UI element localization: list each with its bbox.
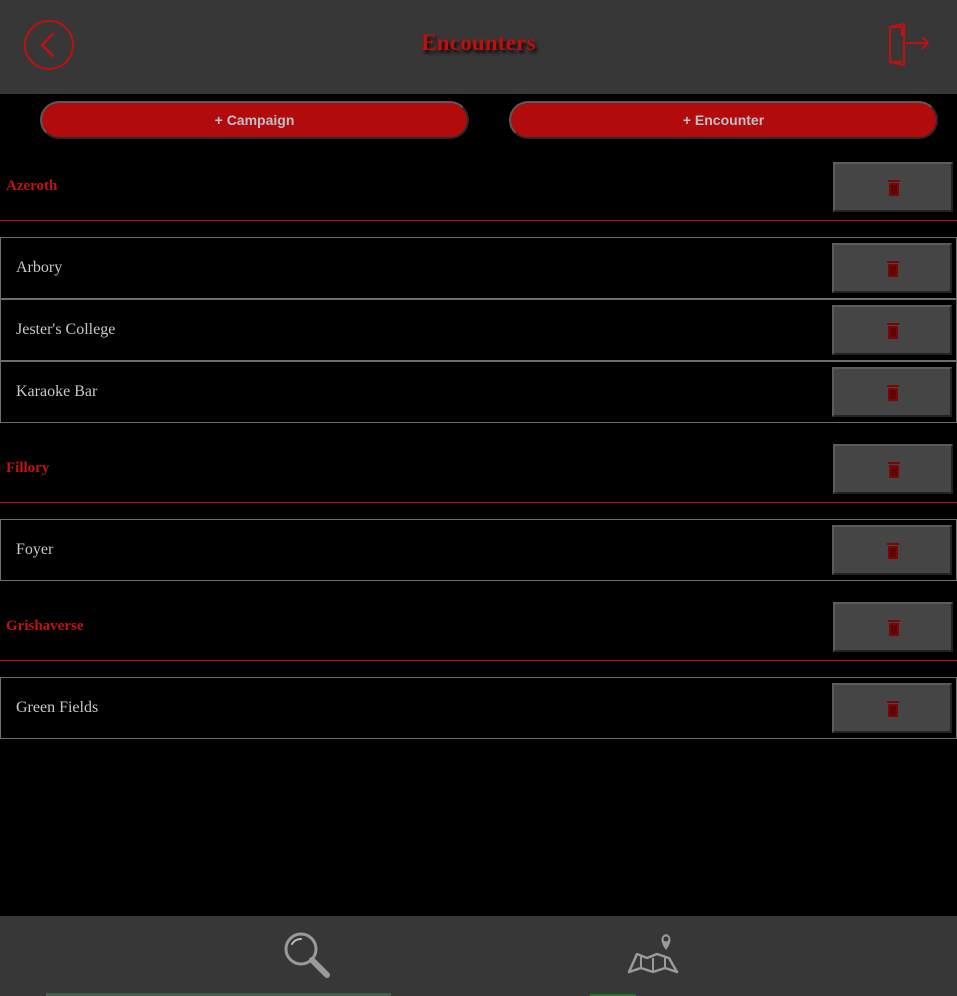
bottom-navigation	[0, 916, 957, 996]
delete-encounter-button[interactable]	[832, 525, 952, 575]
encounter-name: Foyer	[16, 541, 54, 558]
encounter-name: Karaoke Bar	[16, 383, 98, 400]
trash-icon	[887, 261, 899, 277]
delete-encounter-button[interactable]	[832, 243, 952, 293]
encounter-name: Green Fields	[16, 699, 99, 716]
logout-button[interactable]	[884, 22, 932, 68]
encounters-screen: Encounters + Campaign + Encounter Azerot…	[0, 0, 957, 996]
trash-icon	[887, 385, 899, 401]
delete-encounter-button[interactable]	[832, 683, 952, 733]
encounter-row-jesters-college[interactable]: Jester's College	[0, 299, 957, 361]
delete-campaign-button[interactable]	[833, 444, 953, 494]
encounter-name: Arbory	[16, 259, 63, 276]
trash-icon	[888, 180, 900, 196]
trash-icon	[887, 323, 899, 339]
encounter-row-foyer[interactable]: Foyer	[0, 519, 957, 581]
encounter-name: Jester's College	[16, 321, 116, 338]
delete-encounter-button[interactable]	[832, 305, 952, 355]
encounter-row-arbory[interactable]: Arbory	[0, 237, 957, 299]
campaign-name: Fillory	[6, 460, 50, 476]
encounter-row-karaoke-bar[interactable]: Karaoke Bar	[0, 361, 957, 423]
trash-icon	[887, 701, 899, 717]
campaign-header-grishaverse[interactable]: Grishaverse	[0, 600, 957, 661]
map-location-icon	[627, 934, 679, 974]
delete-campaign-button[interactable]	[833, 162, 953, 212]
trash-icon	[887, 543, 899, 559]
add-encounter-button[interactable]: + Encounter	[509, 101, 938, 139]
top-app-bar: Encounters	[0, 0, 957, 94]
delete-encounter-button[interactable]	[832, 367, 952, 417]
add-campaign-button[interactable]: + Campaign	[40, 101, 469, 139]
campaign-name: Grishaverse	[6, 618, 84, 634]
campaign-header-azeroth[interactable]: Azeroth	[0, 160, 957, 221]
nav-search-button[interactable]	[279, 928, 335, 984]
campaign-name: Azeroth	[6, 178, 58, 194]
delete-campaign-button[interactable]	[833, 602, 953, 652]
search-icon	[284, 932, 330, 978]
trash-icon	[888, 462, 900, 478]
page-title: Encounters	[421, 30, 536, 55]
encounter-row-green-fields[interactable]: Green Fields	[0, 677, 957, 739]
nav-map-button[interactable]	[625, 932, 681, 978]
logout-door-icon	[889, 23, 929, 66]
campaign-header-fillory[interactable]: Fillory	[0, 442, 957, 503]
trash-icon	[888, 620, 900, 636]
